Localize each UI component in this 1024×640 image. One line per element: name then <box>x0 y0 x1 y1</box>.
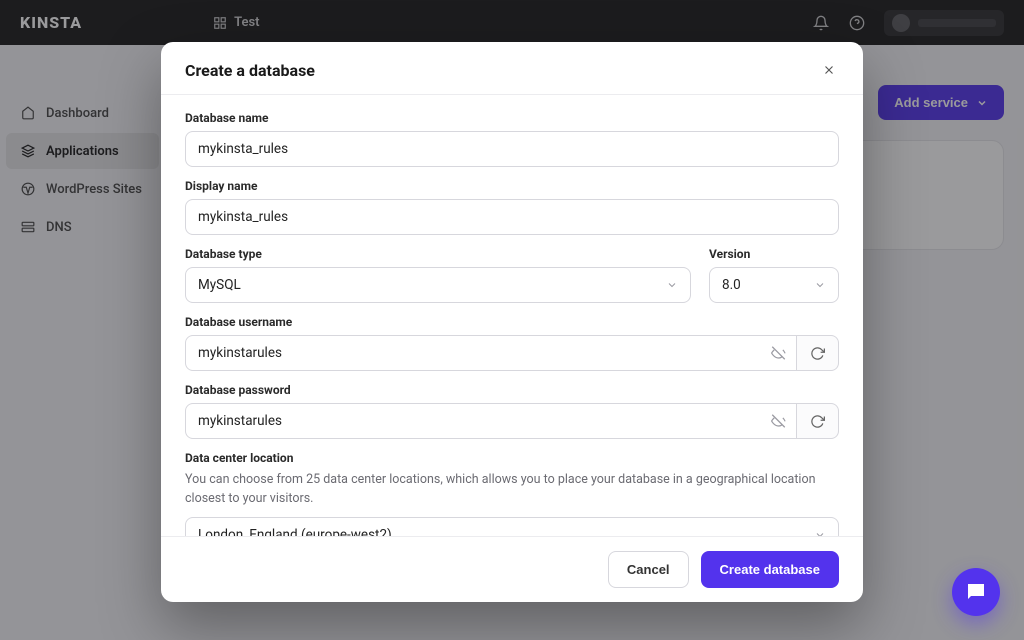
refresh-icon <box>810 414 825 429</box>
help-location: You can choose from 25 data center locat… <box>185 471 839 509</box>
cancel-button[interactable]: Cancel <box>608 551 689 588</box>
chevron-down-icon <box>814 279 826 291</box>
regenerate-username-button[interactable] <box>797 335 839 371</box>
database-type-select[interactable]: MySQL <box>185 267 691 303</box>
refresh-icon <box>810 346 825 361</box>
display-name-input[interactable] <box>185 199 839 235</box>
modal-body: Database name Display name Database type… <box>161 95 863 536</box>
label-version: Version <box>709 247 839 261</box>
label-database-username: Database username <box>185 315 839 329</box>
eye-off-icon[interactable] <box>771 346 786 361</box>
database-name-input[interactable] <box>185 131 839 167</box>
display-name-field[interactable] <box>198 209 826 225</box>
modal-footer: Cancel Create database <box>161 536 863 602</box>
database-name-field[interactable] <box>198 141 826 157</box>
database-type-value: MySQL <box>198 277 241 293</box>
chevron-down-icon <box>814 529 826 537</box>
close-icon[interactable] <box>819 60 839 80</box>
eye-off-icon[interactable] <box>771 414 786 429</box>
database-username-field[interactable] <box>198 345 784 361</box>
create-database-modal: Create a database Database name Display … <box>161 42 863 602</box>
chevron-down-icon <box>666 279 678 291</box>
label-database-password: Database password <box>185 383 839 397</box>
label-location: Data center location <box>185 451 839 465</box>
location-select[interactable]: London, England (europe-west2) <box>185 517 839 537</box>
version-value: 8.0 <box>722 277 741 293</box>
version-select[interactable]: 8.0 <box>709 267 839 303</box>
database-password-input[interactable] <box>185 403 797 439</box>
label-database-type: Database type <box>185 247 691 261</box>
modal-header: Create a database <box>161 42 863 95</box>
database-password-field[interactable] <box>198 413 784 429</box>
regenerate-password-button[interactable] <box>797 403 839 439</box>
modal-title: Create a database <box>185 61 315 80</box>
location-value: London, England (europe-west2) <box>198 527 392 537</box>
label-display-name: Display name <box>185 179 839 193</box>
database-username-input[interactable] <box>185 335 797 371</box>
label-database-name: Database name <box>185 111 839 125</box>
chat-fab[interactable] <box>952 568 1000 616</box>
chat-icon <box>964 580 988 604</box>
create-database-button[interactable]: Create database <box>701 551 839 588</box>
